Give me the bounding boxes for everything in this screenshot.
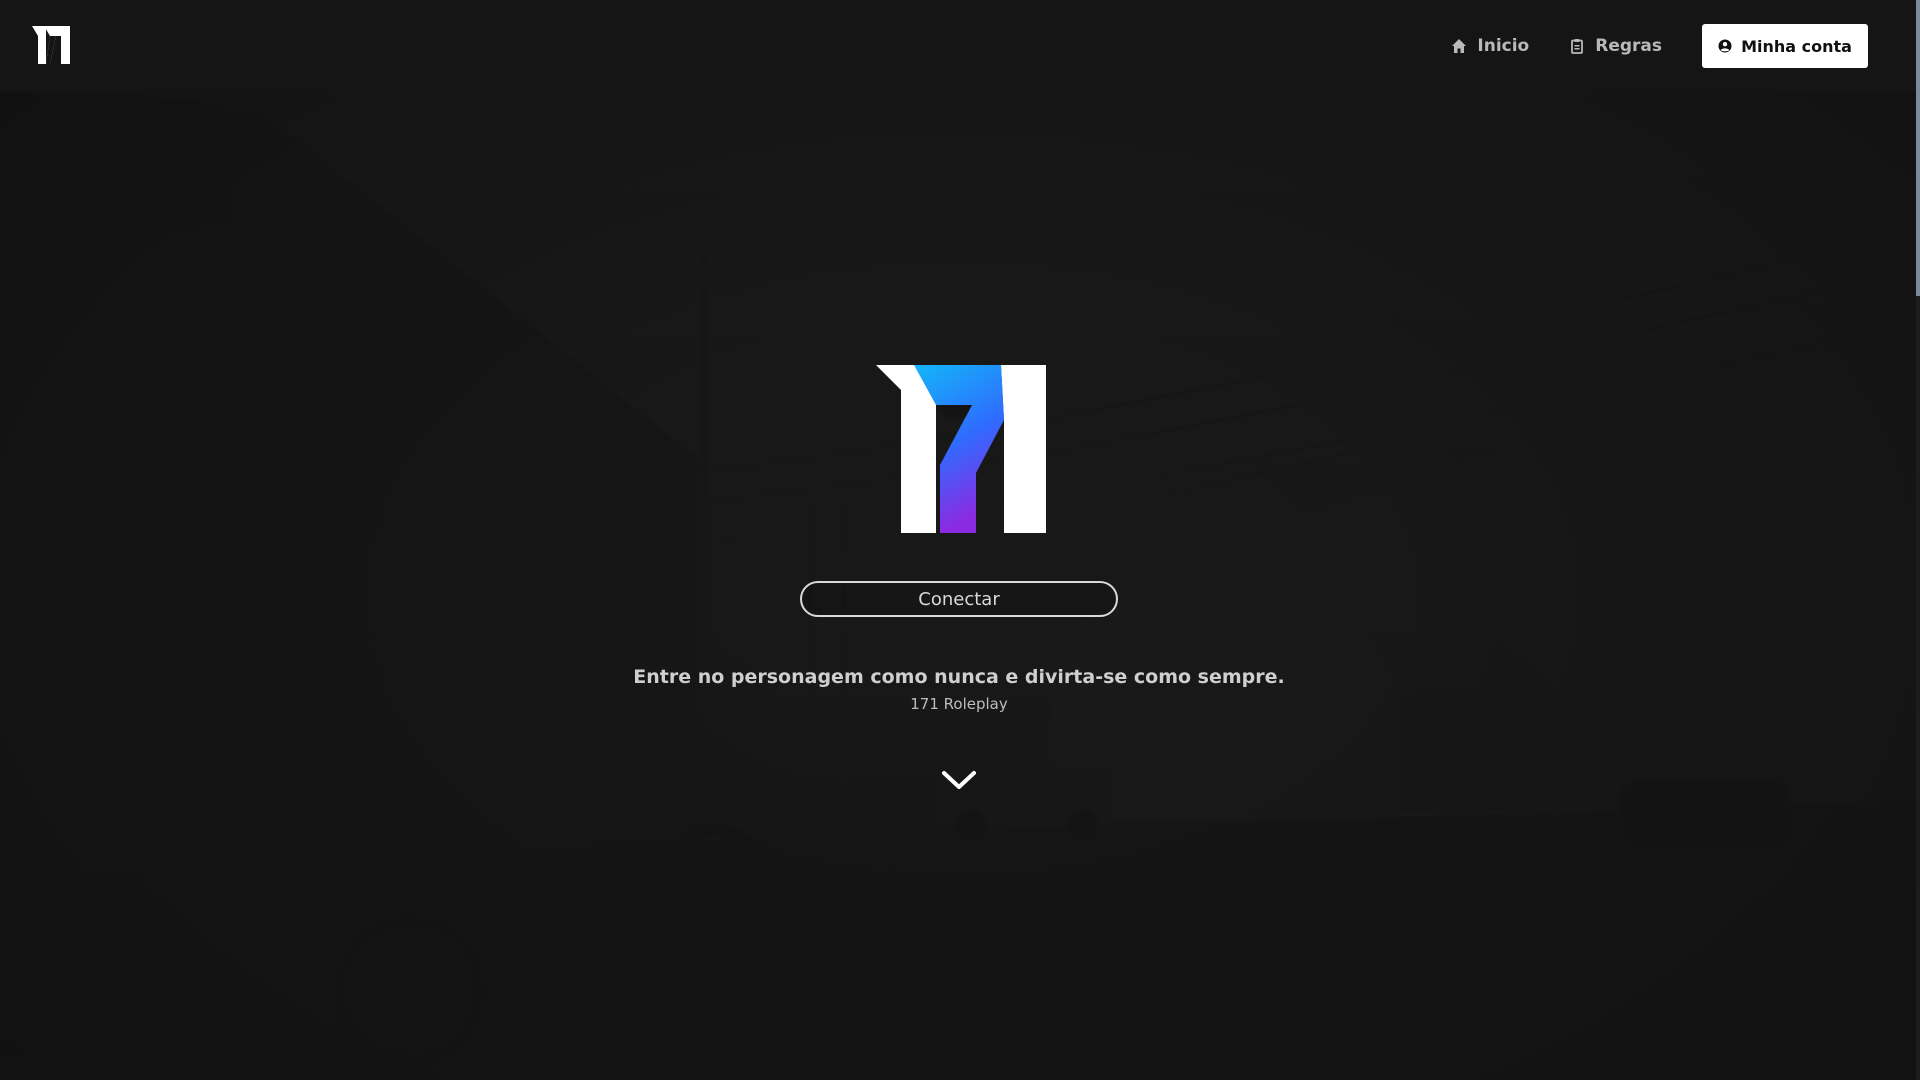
hero-subtitle: 171 Roleplay: [910, 695, 1008, 713]
chevron-down-icon[interactable]: [941, 768, 977, 792]
nav-link-regras[interactable]: Regras: [1569, 36, 1662, 56]
clipboard-icon: [1569, 38, 1585, 54]
background-overlay: [0, 0, 1920, 1080]
171-logo-icon: [876, 365, 1046, 533]
page: Inicio Regras Minha conta Conectar Entre…: [0, 0, 1920, 1080]
connect-button[interactable]: Conectar: [800, 581, 1118, 617]
scrollbar[interactable]: [1916, 0, 1920, 1080]
home-icon: [1451, 38, 1467, 54]
hero-tagline: Entre no personagem como nunca e divirta…: [633, 666, 1285, 688]
171-logo-icon[interactable]: [32, 26, 70, 66]
nav-link-label: Regras: [1595, 36, 1662, 56]
account-button[interactable]: Minha conta: [1702, 24, 1868, 68]
user-circle-icon: [1718, 39, 1732, 53]
nav-link-inicio[interactable]: Inicio: [1451, 36, 1529, 56]
nav-link-label: Inicio: [1477, 36, 1530, 56]
scrollbar-thumb[interactable]: [1916, 0, 1920, 296]
account-button-label: Minha conta: [1741, 36, 1852, 56]
connect-button-label: Conectar: [918, 588, 1000, 610]
navbar: Inicio Regras Minha conta: [0, 0, 1916, 92]
nav-links: Inicio Regras Minha conta: [1451, 24, 1868, 68]
